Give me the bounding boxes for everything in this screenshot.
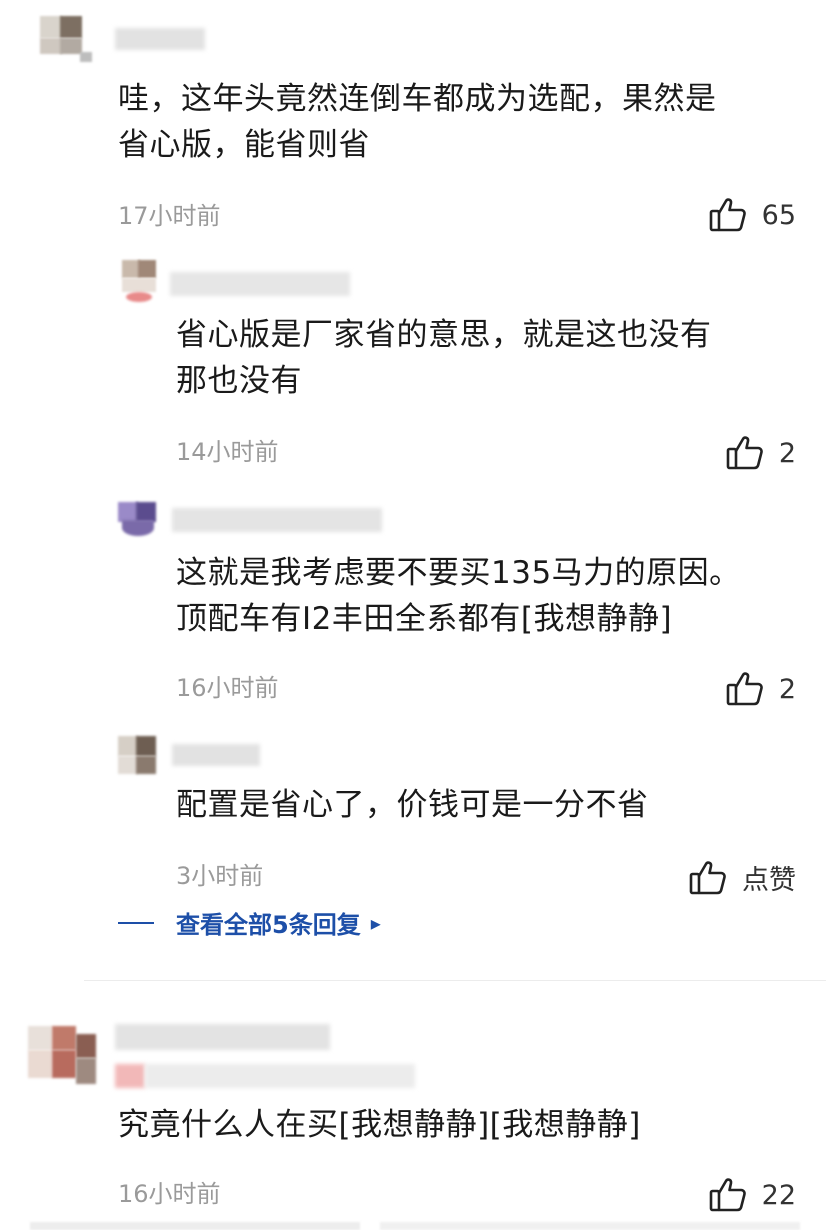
like-count: 点赞 [742,865,796,896]
comment-text: 究竟什么人在买[我想静静][我想静静] [118,1107,641,1143]
avatar[interactable] [118,258,162,306]
caret-right-icon: ▸ [370,910,381,935]
username-blurred[interactable] [115,1024,330,1050]
like-button[interactable]: 22 [708,1176,796,1214]
username-blurred[interactable] [172,744,260,766]
thumbs-up-icon [708,1176,748,1214]
bottom-fade [30,1222,360,1230]
avatar[interactable] [30,8,92,63]
username-blurred[interactable] [115,28,205,50]
comment-text: 配置是省心了，价钱可是一分不省 [176,787,649,823]
like-count: 2 [778,673,796,705]
thumbs-up-icon [725,670,765,708]
avatar[interactable] [20,1018,100,1096]
comment-time: 17小时前 [118,202,221,230]
thumbs-up-icon [708,196,748,234]
comment-time: 16小时前 [118,1180,221,1208]
username-blurred[interactable] [170,272,350,296]
view-all-replies-label: 查看全部5条回复 [176,911,361,939]
comment-time: 16小时前 [176,674,279,702]
view-all-replies-link[interactable]: 查看全部5条回复 ▸ [118,905,381,940]
like-button[interactable]: 2 [725,670,796,708]
comment-time: 14小时前 [176,438,279,466]
avatar[interactable] [116,734,160,778]
user-badge-blurred [115,1064,415,1088]
like-count: 2 [778,437,796,469]
comment-text: 哇，这年头竟然连倒车都成为选配，果然是 省心版，能省则省 [118,81,717,163]
comment-time: 3小时前 [176,862,264,890]
thumbs-up-icon [688,859,728,897]
divider-dash [118,921,154,924]
comment-text: 这就是我考虑要不要买135马力的原因。 顶配车有I2丰田全系都有[我想静静] [176,555,741,637]
comment-divider [84,980,826,981]
like-button[interactable]: 点赞 [688,858,796,897]
thumbs-up-icon [725,434,765,472]
like-count: 65 [761,199,796,231]
like-count: 22 [761,1179,796,1211]
username-blurred[interactable] [172,508,382,532]
bottom-fade [380,1222,800,1230]
like-button[interactable]: 65 [708,196,796,234]
avatar[interactable] [116,498,160,542]
comment-text: 省心版是厂家省的意思，就是这也没有 那也没有 [176,317,712,399]
like-button[interactable]: 2 [725,434,796,472]
